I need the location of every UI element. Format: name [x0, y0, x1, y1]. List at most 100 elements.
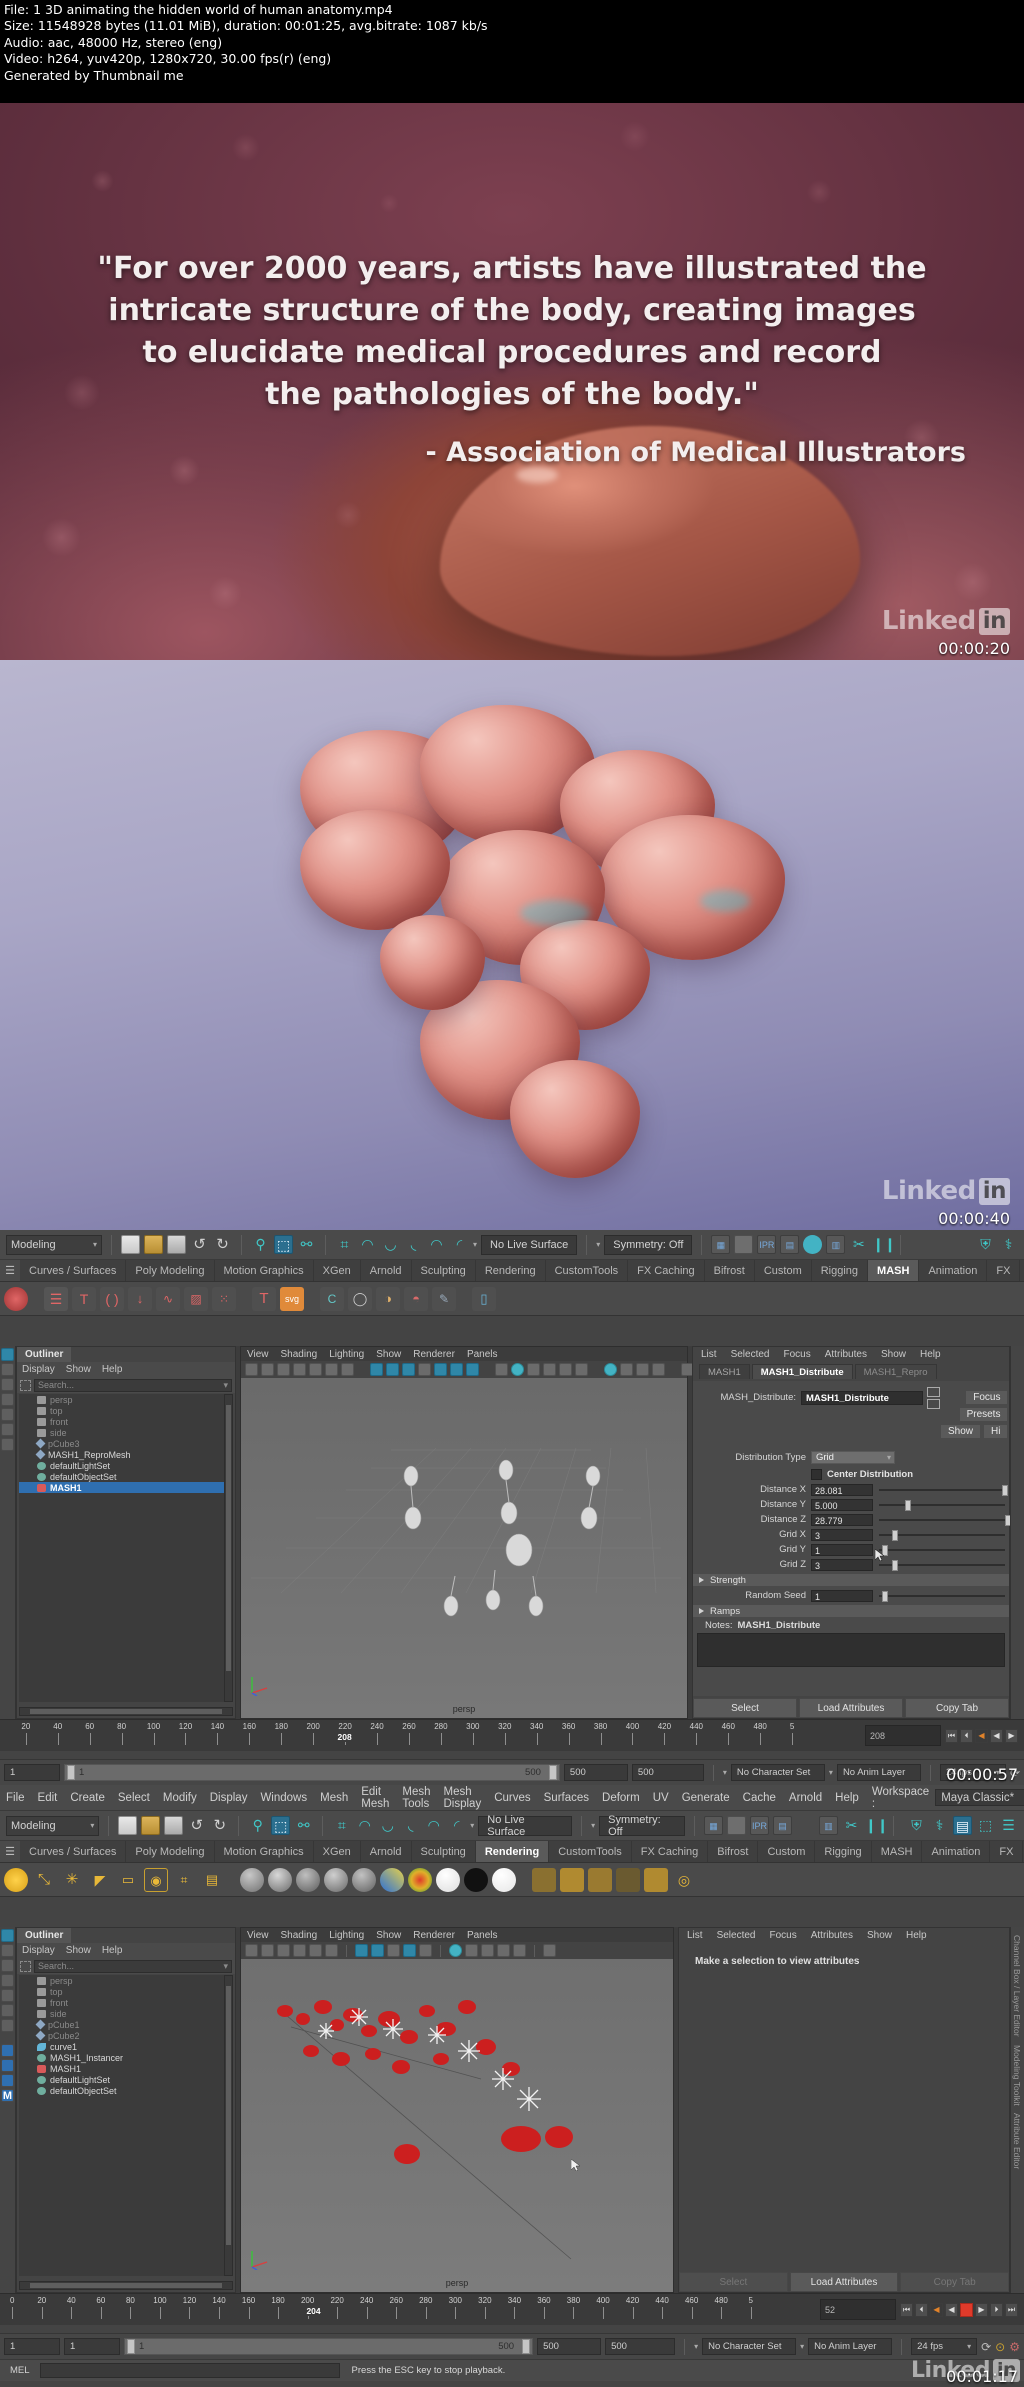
area-light-icon[interactable]: ▭	[116, 1868, 140, 1892]
main-menu-help[interactable]: Help	[835, 1792, 859, 1804]
soft-body-icon[interactable]: ◓	[404, 1286, 428, 1311]
ae-menu-selected[interactable]: Selected	[731, 1349, 770, 1360]
random-seed-input[interactable]: 1	[811, 1589, 873, 1602]
flat-shade-icon[interactable]	[387, 1944, 400, 1957]
main-menu-display[interactable]: Display	[210, 1792, 248, 1804]
sculpt-icon[interactable]	[341, 1363, 354, 1376]
layered-shader-icon[interactable]	[380, 1867, 404, 1892]
shelf-tab-bifrost[interactable]: Bifrost	[708, 1841, 759, 1862]
anim-layer-field-2[interactable]: No Anim Layer	[808, 2338, 893, 2355]
shelf-menu-icon[interactable]: ☰	[0, 1260, 20, 1281]
select-button-2[interactable]: Select	[679, 2272, 788, 2292]
outliner-tab-2[interactable]: Outliner	[17, 1928, 72, 1943]
surface-shader-icon[interactable]	[436, 1867, 460, 1892]
outliner-item-defaultobjectset[interactable]: defaultObjectSet	[19, 1471, 233, 1482]
loop-playback-icon[interactable]: ⟳	[981, 2340, 991, 2354]
load-attributes-button[interactable]: Load Attributes	[799, 1698, 903, 1718]
ae-menu-list[interactable]: List	[687, 1930, 703, 1941]
field-input-grid-z[interactable]: 3	[811, 1558, 873, 1571]
render-current-frame-icon[interactable]: ▦	[704, 1816, 724, 1835]
shelf-tab-bifrost[interactable]: Bifrost	[705, 1260, 755, 1281]
ae-menu-help[interactable]: Help	[906, 1930, 927, 1941]
outliner-item-curve1[interactable]: curve1	[19, 2041, 233, 2052]
bookmark-icon[interactable]	[293, 1363, 306, 1376]
svg-tool-icon[interactable]: svg	[280, 1286, 304, 1311]
ae-tab-mash1_distribute[interactable]: MASH1_Distribute	[751, 1364, 853, 1379]
current-frame-field-1[interactable]: 208	[865, 1725, 941, 1746]
animation-end-field-1[interactable]: 500	[631, 1764, 704, 1781]
go-to-start-icon[interactable]: ⏮	[900, 2302, 913, 2317]
pick-walk-icon[interactable]	[20, 1379, 31, 1391]
outliner-search-input-1[interactable]: Search... ▾	[34, 1378, 232, 1392]
select-hierarchy-icon[interactable]: ⚲	[248, 1816, 267, 1835]
render-sequence-icon[interactable]: ▤	[780, 1235, 800, 1254]
directional-light-icon[interactable]: ⤡	[32, 1868, 56, 1892]
presets-button[interactable]: Presets	[958, 1407, 1009, 1422]
show-button[interactable]: Show	[940, 1424, 982, 1439]
outliner-menu-show[interactable]: Show	[66, 1945, 91, 1956]
chevron-down-icon[interactable]: ▾	[723, 1768, 727, 1777]
bookmark-icon[interactable]	[293, 1944, 306, 1957]
outliner-vscrollbar-2[interactable]	[224, 1975, 233, 2276]
node-name-input[interactable]: MASH1_Distribute	[801, 1390, 923, 1405]
slider-grid-z[interactable]	[879, 1559, 1005, 1571]
animation-preferences-icon[interactable]: ⚙	[1009, 2340, 1020, 2354]
step-back-frame-icon[interactable]: ◀	[930, 2302, 943, 2317]
outliner-item-defaultobjectset[interactable]: defaultObjectSet	[19, 2085, 233, 2096]
main-menu-cache[interactable]: Cache	[743, 1792, 776, 1804]
stop-playback-icon[interactable]	[960, 2302, 973, 2317]
light-shading-icon[interactable]	[450, 1363, 463, 1376]
time-slider-ruler-2[interactable]: 0 20 40 60 80 100 120 140 160 180 200 220 240 260 280 3…	[0, 2294, 816, 2325]
snap-point-icon[interactable]: ◡	[378, 1816, 397, 1835]
ipr-render-icon[interactable]	[734, 1235, 754, 1254]
shelf-tab-custom[interactable]: Custom	[755, 1260, 812, 1281]
render-layer-icon[interactable]	[616, 1867, 640, 1892]
chevron-down-icon[interactable]: ▾	[470, 1821, 474, 1830]
anisotropic-material-icon[interactable]	[352, 1867, 376, 1892]
camera-icon[interactable]	[245, 1944, 258, 1957]
hide-button[interactable]: Hi	[983, 1424, 1009, 1439]
main-menu-modify[interactable]: Modify	[163, 1792, 197, 1804]
grab-icon[interactable]	[325, 1944, 338, 1957]
toggle-render-icon[interactable]: ✂	[849, 1235, 868, 1254]
snap-curve-icon[interactable]: ◠	[355, 1816, 374, 1835]
outliner-vscrollbar-1[interactable]	[224, 1394, 233, 1702]
open-scene-icon[interactable]	[141, 1816, 161, 1835]
select-tool-icon[interactable]	[1, 1348, 14, 1361]
pause-icon[interactable]: ❙❙	[865, 1816, 888, 1835]
mash-network-icon[interactable]	[4, 1286, 28, 1311]
outliner-item-defaultlightset[interactable]: defaultLightSet	[19, 1460, 233, 1471]
animation-start-field-1[interactable]: 1	[4, 1764, 60, 1781]
texture-icon[interactable]	[434, 1363, 447, 1376]
field-input-distance-z[interactable]: 28.779	[811, 1513, 873, 1526]
ipr-render-icon[interactable]	[727, 1816, 747, 1835]
ae-menu-show[interactable]: Show	[881, 1349, 906, 1360]
render-current-frame-icon[interactable]: ▦	[711, 1235, 731, 1254]
shelf-tab-arnold[interactable]: Arnold	[361, 1841, 412, 1862]
outliner-tab[interactable]: Outliner	[17, 1347, 72, 1362]
shelf-tab-fx-caching[interactable]: FX Caching	[628, 1260, 705, 1281]
shelf-tab-motion-graphics[interactable]: Motion Graphics	[215, 1260, 314, 1281]
layout-single-icon[interactable]	[1, 2044, 14, 2057]
pause-icon[interactable]: ❙❙	[872, 1235, 895, 1254]
main-menu-mesh-display[interactable]: Mesh Display	[443, 1786, 481, 1810]
ae-tab-mash1_repro[interactable]: MASH1_Repro	[854, 1364, 937, 1379]
mash-list-icon[interactable]: ☰	[44, 1286, 68, 1311]
fps-select-2[interactable]: 24 fps ▾	[911, 2338, 978, 2355]
wireframe-icon[interactable]	[355, 1944, 368, 1957]
select-hierarchy-icon[interactable]: ⚲	[251, 1235, 270, 1254]
character-icon[interactable]: ⚕	[930, 1816, 949, 1835]
wireframe-icon[interactable]	[370, 1363, 383, 1376]
two-pane-icon[interactable]	[261, 1363, 274, 1376]
xray-icon[interactable]	[466, 1363, 479, 1376]
point-light-icon[interactable]: ✳	[60, 1868, 84, 1892]
outliner-item-pcube2[interactable]: pCube2	[19, 2030, 233, 2041]
chevron-down-icon[interactable]: ▾	[223, 1961, 228, 1972]
timeline-2[interactable]: 0 20 40 60 80 100 120 140 160 180 200 220 240 260 280 3…	[0, 2293, 1024, 2325]
slider-distance-x[interactable]	[879, 1484, 1009, 1496]
outliner-menu-show[interactable]: Show	[66, 1364, 91, 1375]
range-end-handle-1[interactable]	[548, 1765, 557, 1780]
playback-end-field-2[interactable]: 500	[537, 2338, 602, 2355]
select-component-icon[interactable]: ⚯	[297, 1235, 316, 1254]
chevron-down-icon[interactable]: ▾	[829, 1768, 833, 1777]
